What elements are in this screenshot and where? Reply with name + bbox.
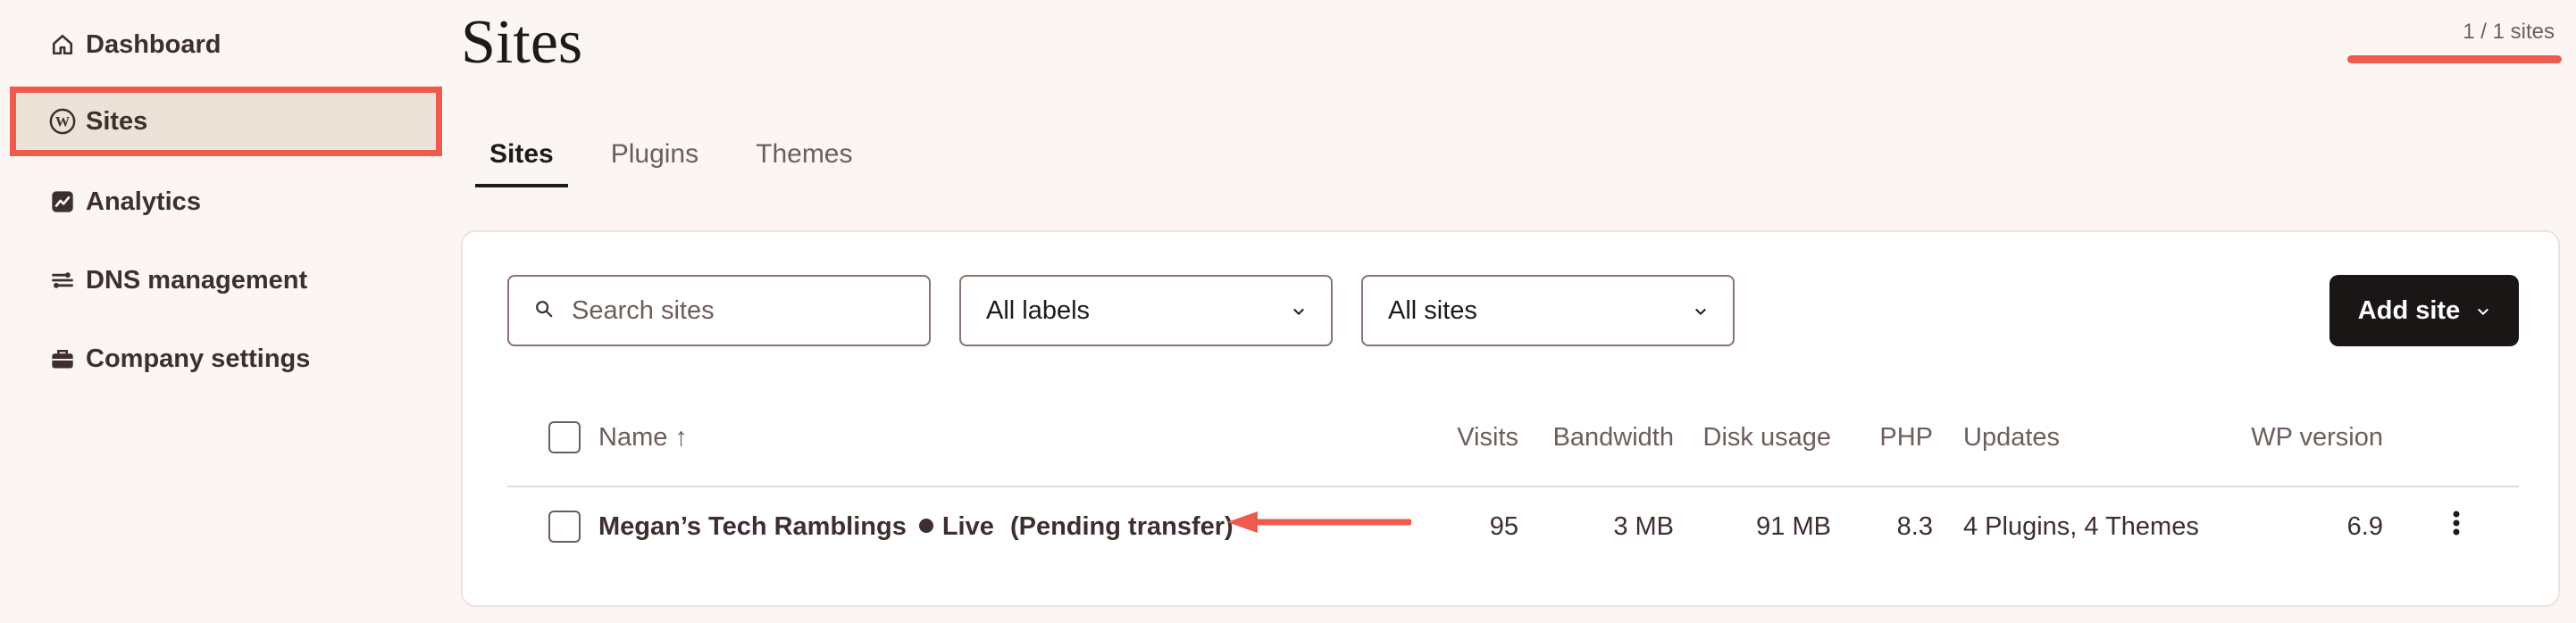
- table-divider: [507, 486, 2519, 487]
- sites-select-value: All sites: [1388, 295, 1477, 325]
- column-php[interactable]: PHP: [1829, 423, 1933, 453]
- page-title: Sites: [461, 8, 583, 77]
- labels-select[interactable]: All labels: [959, 275, 1333, 346]
- sidebar-item-sites[interactable]: W Sites: [10, 87, 442, 156]
- more-options-icon[interactable]: [2451, 509, 2462, 541]
- tab-themes[interactable]: Themes: [741, 134, 866, 187]
- search-icon: [534, 299, 554, 323]
- sidebar-item-dashboard[interactable]: Dashboard: [32, 16, 425, 73]
- chart-icon: [48, 187, 77, 216]
- sidebar-item-analytics[interactable]: Analytics: [32, 173, 425, 230]
- chevron-down-icon: [1694, 296, 1708, 326]
- column-disk-usage[interactable]: Disk usage: [1667, 423, 1831, 453]
- tabs: Sites Plugins Themes: [475, 134, 896, 187]
- sidebar-item-label: Sites: [86, 106, 148, 136]
- dns-icon: [48, 266, 77, 295]
- add-site-button[interactable]: Add site: [2329, 275, 2519, 346]
- status-dot: [918, 519, 933, 534]
- select-all-checkbox[interactable]: [548, 421, 581, 453]
- row-checkbox[interactable]: [548, 511, 581, 543]
- sidebar-item-dns-management[interactable]: DNS management: [32, 252, 425, 309]
- wordpress-icon: W: [48, 107, 77, 136]
- chevron-down-icon: [1292, 296, 1306, 326]
- sidebar-item-label: Analytics: [86, 187, 201, 216]
- sites-select[interactable]: All sites: [1361, 275, 1735, 346]
- column-bandwidth[interactable]: Bandwidth: [1513, 423, 1674, 453]
- visits-value: 95: [1489, 512, 1518, 541]
- sidebar-item-label: Dashboard: [86, 29, 222, 59]
- search-input[interactable]: [570, 295, 895, 327]
- site-count-highlight: [2347, 55, 2562, 63]
- sidebar-item-label: DNS management: [86, 265, 308, 295]
- add-site-label: Add site: [2357, 295, 2461, 325]
- sidebar-item-label: Company settings: [86, 344, 311, 373]
- tab-plugins[interactable]: Plugins: [597, 134, 713, 187]
- sidebar-item-company-settings[interactable]: Company settings: [32, 330, 425, 387]
- home-icon: [48, 30, 77, 59]
- labels-select-value: All labels: [986, 295, 1091, 325]
- php-value: 8.3: [1896, 512, 1933, 541]
- wp-version-value: 6.9: [2346, 512, 2383, 541]
- site-count: 1 / 1 sites: [2463, 20, 2555, 44]
- bandwidth-value: 3 MB: [1613, 512, 1674, 541]
- column-wp-version[interactable]: WP version: [2204, 423, 2383, 453]
- sidebar: Dashboard W Sites Analytics DNS manageme…: [0, 0, 447, 623]
- sites-card: All labels All sites Add site Name ↑ Vis…: [461, 230, 2560, 607]
- column-name-sort[interactable]: Name ↑: [598, 423, 688, 453]
- briefcase-icon: [48, 345, 77, 373]
- column-visits[interactable]: Visits: [1420, 423, 1518, 453]
- pending-transfer-note: (Pending transfer): [1009, 512, 1234, 541]
- updates-value: 4 Plugins, 4 Themes: [1963, 512, 2199, 541]
- column-updates[interactable]: Updates: [1963, 423, 2060, 453]
- status-label: Live: [941, 512, 994, 541]
- svg-text:W: W: [55, 114, 70, 130]
- disk-usage-value: 91 MB: [1756, 512, 1831, 541]
- chevron-down-icon: [2476, 296, 2490, 326]
- search-box[interactable]: [507, 275, 931, 346]
- tab-sites[interactable]: Sites: [475, 134, 568, 187]
- annotation-arrow: [1227, 511, 1411, 533]
- table-row: Megan’s Tech Ramblings Live (Pending tran…: [598, 512, 1234, 542]
- site-name-link[interactable]: Megan’s Tech Ramblings: [598, 512, 907, 541]
